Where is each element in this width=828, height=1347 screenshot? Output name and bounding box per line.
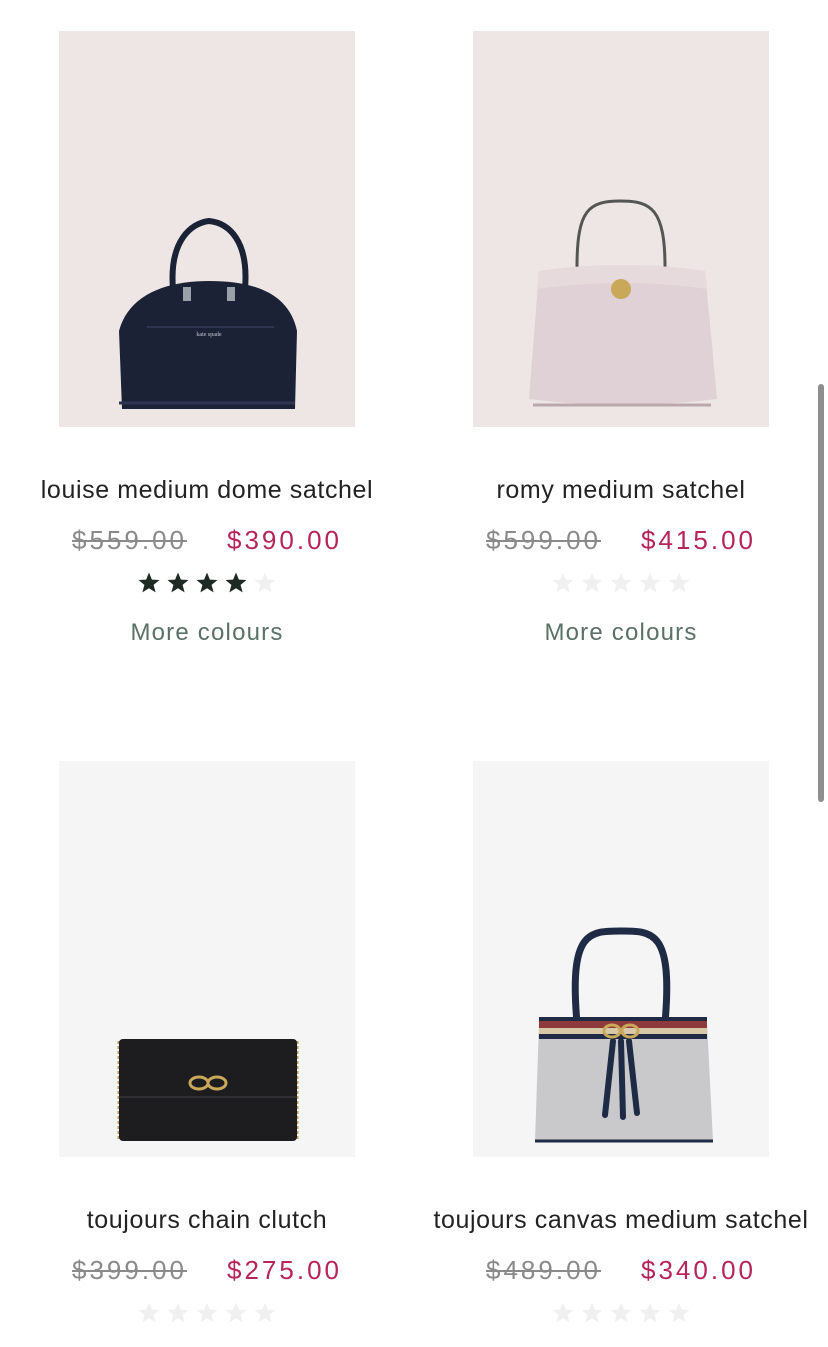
price-row: $559.00 $390.00 [17,524,397,556]
product-image[interactable] [473,31,769,427]
canvas-satchel-image [473,761,769,1157]
sale-price: $390.00 [227,525,342,555]
star-empty-icon [167,1302,189,1323]
sale-price: $275.00 [227,1255,342,1285]
star-empty-icon [552,1302,574,1323]
price-row: $599.00 $415.00 [431,524,811,556]
product-card[interactable]: romy medium satchel $599.00 $415.00 More… [431,31,811,648]
star-empty-icon [138,1302,160,1323]
star-empty-icon [668,572,690,593]
star-empty-icon [610,1302,632,1323]
product-name[interactable]: romy medium satchel [431,475,811,505]
star-empty-icon [610,572,632,593]
star-empty-icon [254,572,276,593]
star-empty-icon [196,1302,218,1323]
star-empty-icon [581,1302,603,1323]
original-price: $489.00 [486,1255,601,1285]
romy-satchel-image [473,31,769,427]
star-empty-icon [639,1302,661,1323]
price-row: $489.00 $340.00 [431,1254,811,1286]
star-empty-icon [254,1302,276,1323]
scrollbar[interactable] [818,384,824,802]
star-filled-icon [167,572,189,593]
star-rating [17,1301,397,1325]
star-filled-icon [138,572,160,593]
original-price: $599.00 [486,525,601,555]
product-card[interactable]: toujours chain clutch $399.00 $275.00 [17,761,397,1325]
product-card[interactable]: kate spade louise medium dome satchel $5… [17,31,397,648]
product-image[interactable] [59,761,355,1157]
star-empty-icon [581,572,603,593]
more-colours-link[interactable]: More colours [431,618,811,648]
star-filled-icon [196,572,218,593]
product-name[interactable]: toujours chain clutch [17,1205,397,1235]
sale-price: $415.00 [641,525,756,555]
star-empty-icon [552,572,574,593]
original-price: $559.00 [72,525,187,555]
star-empty-icon [225,1302,247,1323]
product-image[interactable]: kate spade [59,31,355,427]
original-price: $399.00 [72,1255,187,1285]
star-empty-icon [639,572,661,593]
star-rating [17,571,397,595]
dome-satchel-image: kate spade [59,31,355,427]
star-empty-icon [668,1302,690,1323]
chain-clutch-image [59,761,355,1157]
product-name[interactable]: toujours canvas medium satchel [431,1205,811,1235]
price-row: $399.00 $275.00 [17,1254,397,1286]
svg-text:kate spade: kate spade [196,332,221,338]
star-rating [431,571,811,595]
product-image[interactable] [473,761,769,1157]
product-card[interactable]: toujours canvas medium satchel $489.00 $… [431,761,811,1325]
product-name[interactable]: louise medium dome satchel [17,475,397,505]
star-filled-icon [225,572,247,593]
star-rating [431,1301,811,1325]
sale-price: $340.00 [641,1255,756,1285]
more-colours-link[interactable]: More colours [17,618,397,648]
